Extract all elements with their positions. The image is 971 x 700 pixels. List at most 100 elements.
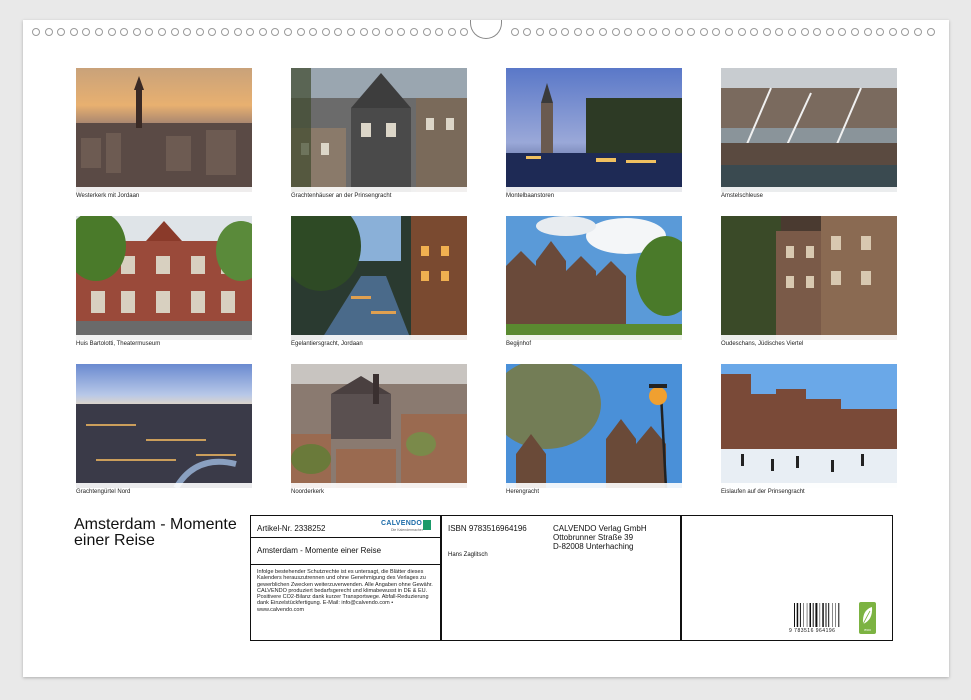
binding-ring [788,28,796,36]
divider [440,516,442,640]
binding-ring [523,28,532,36]
photo-date-strip [76,335,252,340]
eco-leaf-icon: eco [859,602,876,634]
calvendo-logo-icon [423,520,431,530]
binding-ring [246,28,255,36]
article-number: Artikel-Nr. 2338252 [257,524,326,533]
binding-ring [687,28,696,36]
binding-ring [57,28,66,36]
barcode-bar [806,603,808,627]
caption-8: Oudeschans, Jüdisches Viertel [721,341,804,347]
calendar-title: Amsterdam - Momente einer Reise [74,517,244,549]
binding-ring [800,28,809,36]
binding-ring [649,28,658,36]
photo-amstelschleuse [721,68,897,192]
barcode-bar [835,603,836,627]
barcode-bar [803,603,804,627]
binding-ring [762,28,771,36]
barcode-bar [815,603,818,627]
photo-date-strip [291,335,467,340]
binding-ring [510,28,519,36]
binding-ring [876,28,885,36]
binding-ring [624,28,633,36]
binding-ring [447,28,456,36]
binding-ring [397,28,406,36]
binding-ring [271,28,280,36]
photo-date-strip [721,483,897,488]
binding-ring [107,28,116,36]
barcode-bar [799,603,801,627]
binding-ring [284,28,292,36]
eco-label: eco [864,627,871,632]
publisher-name: CALVENDO Verlag GmbH [553,524,647,533]
caption-11: Herengracht [506,489,540,495]
caption-6: Egelantiersgracht, Jordaan [291,341,363,347]
binding-ring [158,28,166,36]
caption-1: Westerkerk mit Jordaan [76,193,140,199]
binding-ring [586,28,595,36]
binding-ring [636,28,645,36]
imprint-box: Artikel-Nr. 2338252 CALVENDO Die Kalende… [250,515,893,641]
binding-ring [548,28,557,36]
photo-date-strip [721,187,897,192]
photo-herengracht [506,364,682,488]
photo-montelbaanstoren [506,68,682,192]
photo-date-strip [76,483,252,488]
caption-4: Amstelschleuse [721,193,764,199]
binding-ring [233,28,242,36]
barcode-digits: 9 783516 964196 [789,628,836,634]
binding-ring [573,28,582,36]
photo-grachtenguertel-nord [76,364,252,488]
barcode [794,603,840,627]
caption-2: Grachtenhäuser an der Prinsengracht [291,193,392,199]
binding-ring [674,28,683,36]
calvendo-logo-sub: Die Kalendermacher [391,528,423,532]
calvendo-logo: CALVENDO [381,520,423,527]
binding-ring [69,28,78,36]
photo-date-strip [506,335,682,340]
binding-ring [208,28,217,36]
barcode-bar [825,603,827,627]
barcode-bar [819,603,821,627]
binding-ring [435,28,444,36]
binding-ring [334,28,343,36]
binding-ring [914,28,922,36]
binding-ring [775,28,784,36]
binding-ring [561,28,570,36]
binding-ring [737,28,746,36]
binding-ring [851,28,859,36]
publisher-street: Ottobrunner Straße 39 [553,533,634,542]
binding-ring [460,28,469,36]
photo-oudeschans [721,216,897,340]
caption-12: Eislaufen auf der Prinsengracht [721,489,805,495]
photo-egelantiersgracht [291,216,467,340]
publisher-city: D-82008 Unterhaching [553,542,634,551]
photo-date-strip [291,187,467,192]
barcode-bar [838,603,840,627]
binding-ring [536,28,544,36]
photo-eislaufen [721,364,897,488]
photo-prinsengracht-houses [291,68,467,192]
binding-ring [901,28,910,36]
isbn: ISBN 9783516964196 [448,524,527,533]
binding-ring [120,28,129,36]
binding-ring [599,28,607,36]
title-line-1: Amsterdam - Momente [74,516,237,533]
barcode-bar [822,603,824,627]
divider [251,537,440,538]
photo-westerkerk [76,68,252,192]
barcode-bar [812,603,814,627]
binding-ring [699,28,708,36]
divider [680,516,682,640]
binding-ring [145,28,154,36]
binding-ring [44,28,53,36]
photo-date-strip [506,483,682,488]
calendar-title-small: Amsterdam - Momente einer Reise [257,546,382,555]
divider [251,564,440,565]
barcode-bar [794,603,795,627]
barcode-bar [796,603,799,627]
binding-ring [132,28,141,36]
barcode-bar [828,603,830,627]
binding-ring [863,28,872,36]
binding-ring [712,28,721,36]
